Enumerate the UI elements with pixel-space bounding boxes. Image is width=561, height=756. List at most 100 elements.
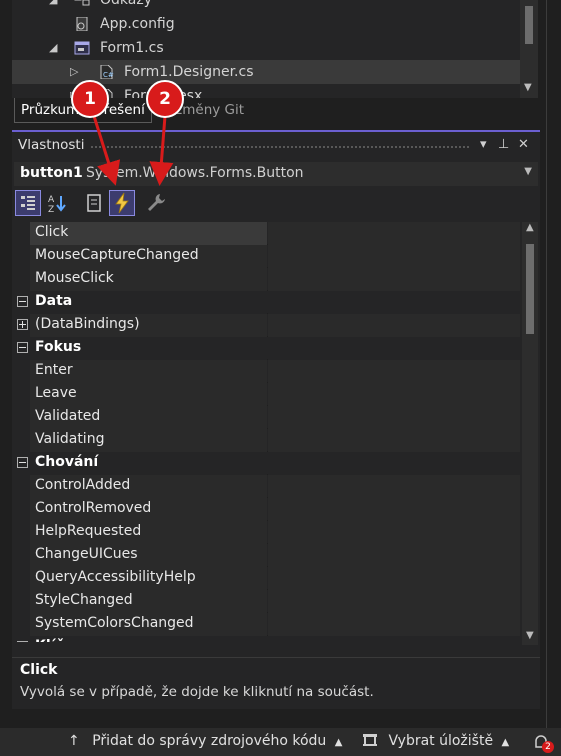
category-row[interactable]: Data bbox=[14, 291, 520, 314]
row-value-cell[interactable] bbox=[268, 544, 520, 567]
annotation-badge-1: 1 bbox=[71, 80, 109, 118]
row-name-cell[interactable]: QueryAccessibilityHelp bbox=[30, 567, 267, 590]
row-name: ControlAdded bbox=[35, 477, 131, 493]
row-margin[interactable] bbox=[14, 452, 30, 475]
repository-button[interactable]: Vybrat úložiště ▲ bbox=[362, 733, 509, 749]
row-margin[interactable] bbox=[14, 314, 30, 337]
row-name-cell[interactable]: Validating bbox=[30, 429, 267, 452]
row-name-cell[interactable]: ChangeUICues bbox=[30, 544, 267, 567]
row-name-cell[interactable]: Klíč bbox=[30, 636, 267, 642]
row-name-cell[interactable]: MouseCaptureChanged bbox=[30, 245, 267, 268]
row-name-cell[interactable]: Fokus bbox=[30, 337, 267, 360]
scrollbar-thumb[interactable] bbox=[526, 244, 534, 334]
collapse-icon[interactable] bbox=[17, 342, 28, 353]
category-row[interactable]: Fokus bbox=[14, 337, 520, 360]
row-name: Validating bbox=[35, 431, 105, 447]
source-control-button[interactable]: ↑ Přidat do správy zdrojového kódu ▲ bbox=[68, 733, 342, 749]
config-file-icon bbox=[76, 17, 88, 31]
row-value-cell[interactable] bbox=[268, 429, 520, 452]
property-row[interactable]: Click bbox=[14, 222, 520, 245]
chevron-down-icon[interactable]: ▼ bbox=[524, 166, 532, 177]
property-row[interactable]: ChangeUICues bbox=[14, 544, 520, 567]
row-value-cell[interactable] bbox=[268, 314, 520, 337]
row-value-cell[interactable] bbox=[268, 222, 520, 245]
alphabetical-button[interactable]: AZ bbox=[46, 191, 70, 215]
events-button[interactable] bbox=[109, 190, 135, 216]
notifications-button[interactable]: 2 bbox=[532, 733, 554, 755]
expander-icon[interactable]: ◢ bbox=[49, 0, 57, 12]
property-row[interactable]: ControlAdded bbox=[14, 475, 520, 498]
row-name-cell[interactable]: Chování bbox=[30, 452, 267, 475]
property-row[interactable]: ControlRemoved bbox=[14, 498, 520, 521]
row-name-cell[interactable]: Enter bbox=[30, 360, 267, 383]
row-name-cell[interactable]: SystemColorsChanged bbox=[30, 613, 267, 636]
row-name-cell[interactable]: Click bbox=[30, 222, 267, 245]
property-row[interactable]: Validating bbox=[14, 429, 520, 452]
property-row[interactable]: SystemColorsChanged bbox=[14, 613, 520, 636]
expand-icon[interactable] bbox=[17, 319, 28, 330]
category-row[interactable]: Chování bbox=[14, 452, 520, 475]
row-name-cell[interactable]: StyleChanged bbox=[30, 590, 267, 613]
property-row[interactable]: QueryAccessibilityHelp bbox=[14, 567, 520, 590]
collapse-icon[interactable] bbox=[17, 457, 28, 468]
row-value-cell[interactable] bbox=[268, 567, 520, 590]
scroll-down-icon[interactable]: ▼ bbox=[524, 82, 532, 93]
row-value-cell[interactable] bbox=[268, 245, 520, 268]
row-value-cell[interactable] bbox=[268, 475, 520, 498]
property-row[interactable]: Validated bbox=[14, 406, 520, 429]
property-row[interactable]: Enter bbox=[14, 360, 520, 383]
row-value-cell[interactable] bbox=[268, 383, 520, 406]
row-margin bbox=[14, 383, 30, 406]
row-margin[interactable] bbox=[14, 636, 30, 642]
row-name-cell[interactable]: HelpRequested bbox=[30, 521, 267, 544]
expander-icon[interactable]: ◢ bbox=[49, 36, 57, 60]
tree-item-form1-cs[interactable]: ◢ Form1.cs bbox=[12, 36, 522, 60]
window-menu-icon[interactable]: ▾ bbox=[480, 137, 487, 152]
scroll-down-icon[interactable]: ▼ bbox=[526, 630, 534, 641]
category-row[interactable]: Klíč bbox=[14, 636, 520, 642]
row-name-cell[interactable]: Validated bbox=[30, 406, 267, 429]
row-margin[interactable] bbox=[14, 291, 30, 314]
row-name: MouseCaptureChanged bbox=[35, 247, 199, 263]
row-name-cell[interactable]: Leave bbox=[30, 383, 267, 406]
object-type: System.Windows.Forms.Button bbox=[86, 165, 304, 181]
properties-view-button[interactable] bbox=[82, 191, 106, 215]
solution-scrollbar[interactable]: ▼ bbox=[520, 0, 538, 98]
property-row[interactable]: Leave bbox=[14, 383, 520, 406]
row-name-cell[interactable]: MouseClick bbox=[30, 268, 267, 291]
scrollbar-thumb[interactable] bbox=[525, 6, 533, 44]
drag-grip[interactable] bbox=[90, 145, 470, 149]
property-row[interactable]: MouseCaptureChanged bbox=[14, 245, 520, 268]
property-pages-button[interactable] bbox=[144, 191, 168, 215]
row-value-cell[interactable] bbox=[268, 521, 520, 544]
collapse-icon[interactable] bbox=[17, 296, 28, 307]
categorized-button[interactable] bbox=[15, 190, 41, 216]
alphabetical-icon: AZ bbox=[48, 195, 66, 215]
row-value-cell[interactable] bbox=[268, 613, 520, 636]
row-value-cell[interactable] bbox=[268, 498, 520, 521]
tree-item-app-config[interactable]: App.config bbox=[12, 12, 522, 36]
scroll-up-icon[interactable]: ▲ bbox=[526, 222, 534, 233]
expander-icon[interactable]: ▷ bbox=[70, 60, 78, 84]
properties-grid: Click MouseCaptureChanged MouseClick Data (D… bbox=[14, 222, 520, 642]
object-selector[interactable]: button1 System.Windows.Forms.Button ▼ bbox=[14, 162, 538, 186]
row-name: Leave bbox=[35, 385, 77, 401]
row-name-cell[interactable]: Data bbox=[30, 291, 267, 314]
row-name-cell[interactable]: ControlRemoved bbox=[30, 498, 267, 521]
property-row[interactable]: (DataBindings) bbox=[14, 314, 520, 337]
row-value-cell[interactable] bbox=[268, 590, 520, 613]
property-row[interactable]: MouseClick bbox=[14, 268, 520, 291]
row-margin[interactable] bbox=[14, 337, 30, 360]
row-name-cell[interactable]: ControlAdded bbox=[30, 475, 267, 498]
property-row[interactable]: StyleChanged bbox=[14, 590, 520, 613]
close-icon[interactable]: ✕ bbox=[518, 137, 529, 152]
tree-item-references[interactable]: ◢ Odkazy bbox=[12, 0, 522, 12]
pin-icon[interactable]: ⊥ bbox=[498, 137, 509, 152]
collapse-icon[interactable] bbox=[17, 641, 28, 642]
row-value-cell[interactable] bbox=[268, 406, 520, 429]
grid-scrollbar[interactable]: ▲ ▼ bbox=[522, 222, 538, 645]
row-name-cell[interactable]: (DataBindings) bbox=[30, 314, 267, 337]
row-value-cell[interactable] bbox=[268, 268, 520, 291]
row-value-cell[interactable] bbox=[268, 360, 520, 383]
property-row[interactable]: HelpRequested bbox=[14, 521, 520, 544]
